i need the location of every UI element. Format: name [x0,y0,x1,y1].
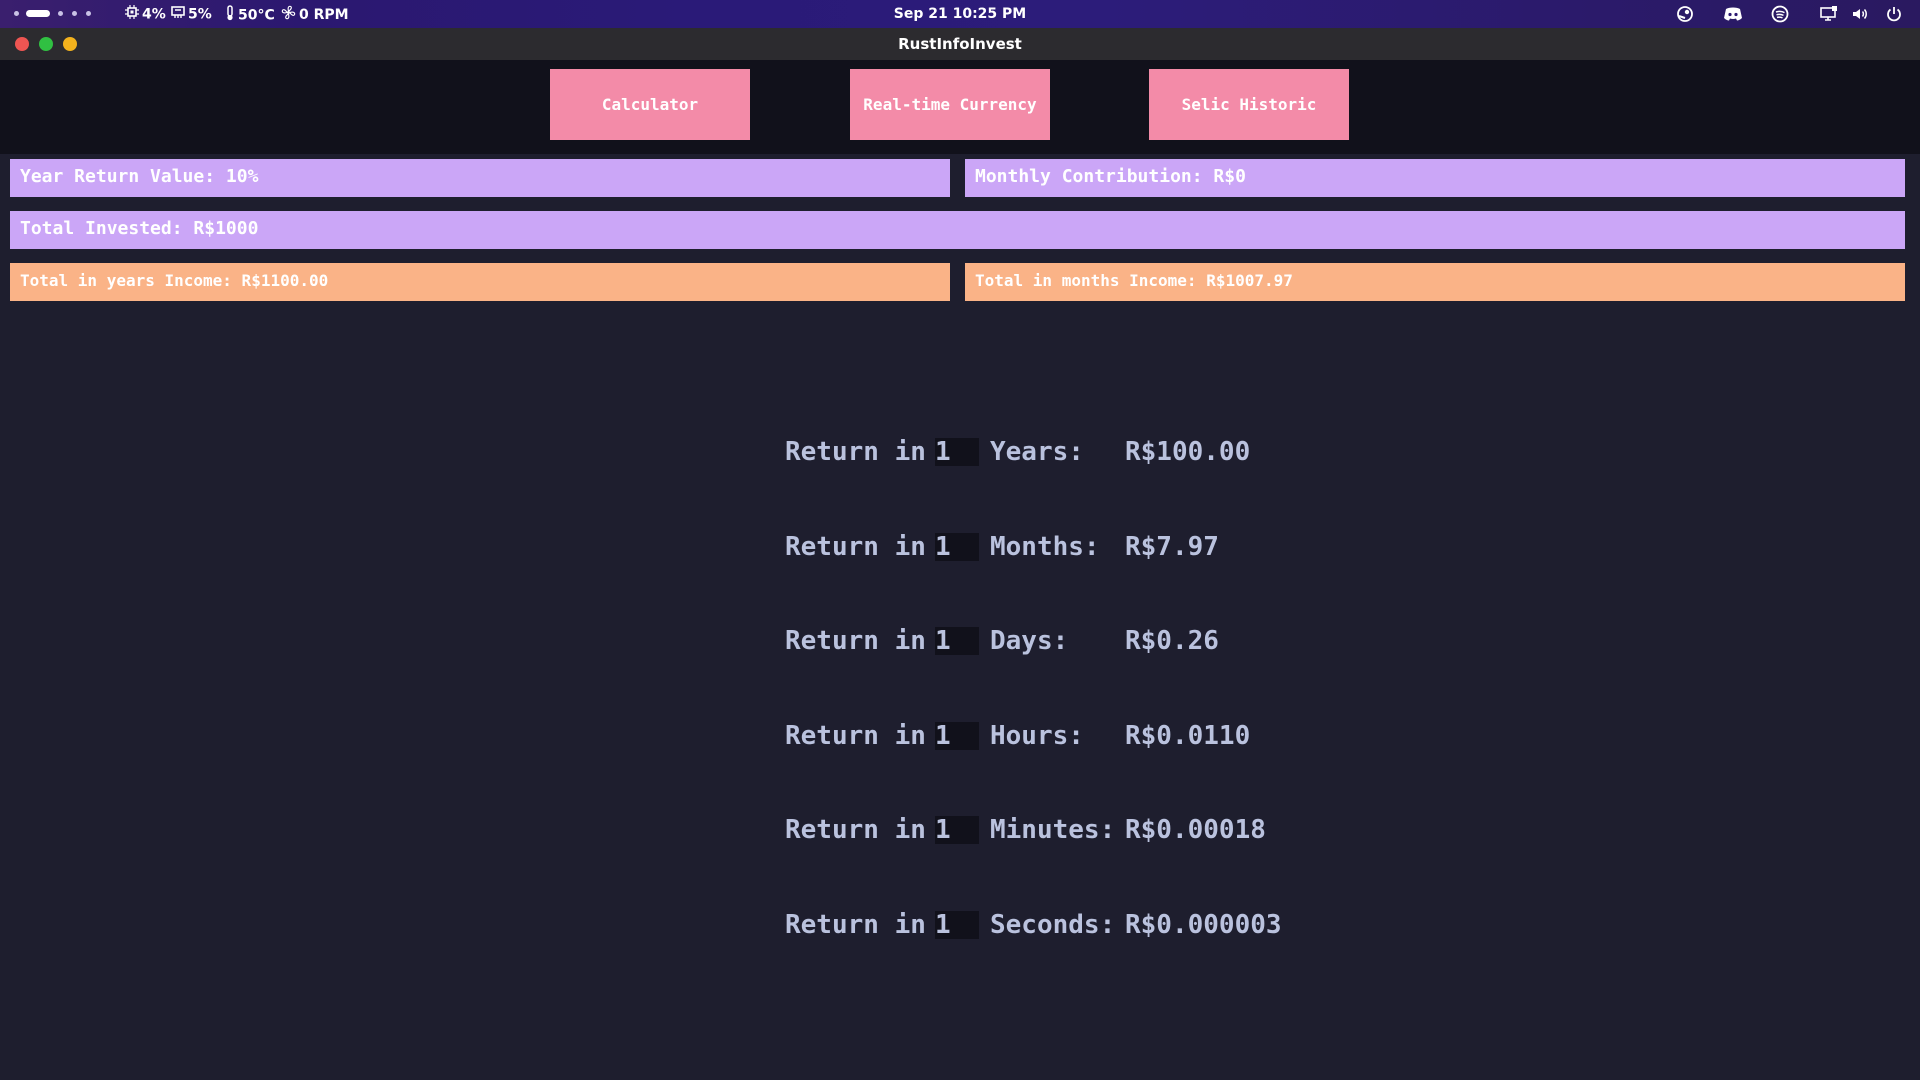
return-value: R$0.000003 [1125,910,1282,940]
return-unit: Hours: [990,721,1084,751]
return-unit: Months: [990,532,1100,562]
hours-amount-input[interactable] [935,722,979,750]
days-amount-input[interactable] [935,627,979,655]
years-amount-input[interactable] [935,438,979,466]
temperature-stat: 50°C [225,5,275,26]
tab-calculator[interactable]: Calculator [550,69,750,140]
thermometer-icon [225,5,235,26]
return-unit: Minutes: [990,815,1116,845]
return-prefix: Return in [785,626,926,656]
minutes-amount-input[interactable] [935,816,979,844]
nav-bar: Calculator Real-time Currency Selic Hist… [0,60,1920,154]
return-prefix: Return in [785,532,926,562]
cpu-stat: 4% [125,5,166,23]
monthly-contribution-field[interactable]: Monthly Contribution: R$0 [965,159,1905,197]
memory-icon [171,5,185,24]
temperature-value: 50°C [238,7,275,24]
clock[interactable]: Sep 21 10:25 PM [860,5,1060,23]
discord-icon[interactable] [1722,4,1742,24]
return-value: R$0.00018 [1125,815,1266,845]
return-value: R$0.0110 [1125,721,1251,751]
return-prefix: Return in [785,815,926,845]
memory-stat: 5% [171,5,212,23]
return-prefix: Return in [785,437,926,467]
fan-value: 0 RPM [299,7,349,23]
tab-selic-historic[interactable]: Selic Historic [1149,69,1349,140]
return-value: R$100.00 [1125,437,1251,467]
power-icon[interactable] [1884,4,1904,24]
steam-icon[interactable] [1675,4,1695,24]
window-title: RustInfoInvest [898,35,1022,53]
return-value: R$0.26 [1125,626,1219,656]
cpu-value: 4% [142,6,166,23]
cpu-icon [125,5,139,24]
return-prefix: Return in [785,721,926,751]
months-amount-input[interactable] [935,533,979,561]
return-unit: Days: [990,626,1069,656]
total-invested-field[interactable]: Total Invested: R$1000 [10,211,1905,249]
total-months-income: Total in months Income: R$1007.97 [965,263,1905,301]
year-return-field[interactable]: Year Return Value: 10% [10,159,950,197]
fan-stat: 0 RPM [281,5,349,23]
fan-icon [281,5,296,25]
return-unit: Years: [990,437,1084,467]
tab-real-time-currency[interactable]: Real-time Currency [850,69,1050,140]
system-top-bar: 4% 5% 50°C 0 RPM Sep 21 10:25 PM [0,0,1920,28]
volume-icon[interactable] [1850,4,1870,24]
return-unit: Seconds: [990,910,1116,940]
return-value: R$7.97 [1125,532,1219,562]
memory-value: 5% [188,6,212,23]
display-icon[interactable] [1819,4,1839,24]
seconds-amount-input[interactable] [935,911,979,939]
return-prefix: Return in [785,910,926,940]
window-titlebar: RustInfoInvest [0,28,1920,60]
total-years-income: Total in years Income: R$1100.00 [10,263,950,301]
spotify-icon[interactable] [1770,4,1790,24]
